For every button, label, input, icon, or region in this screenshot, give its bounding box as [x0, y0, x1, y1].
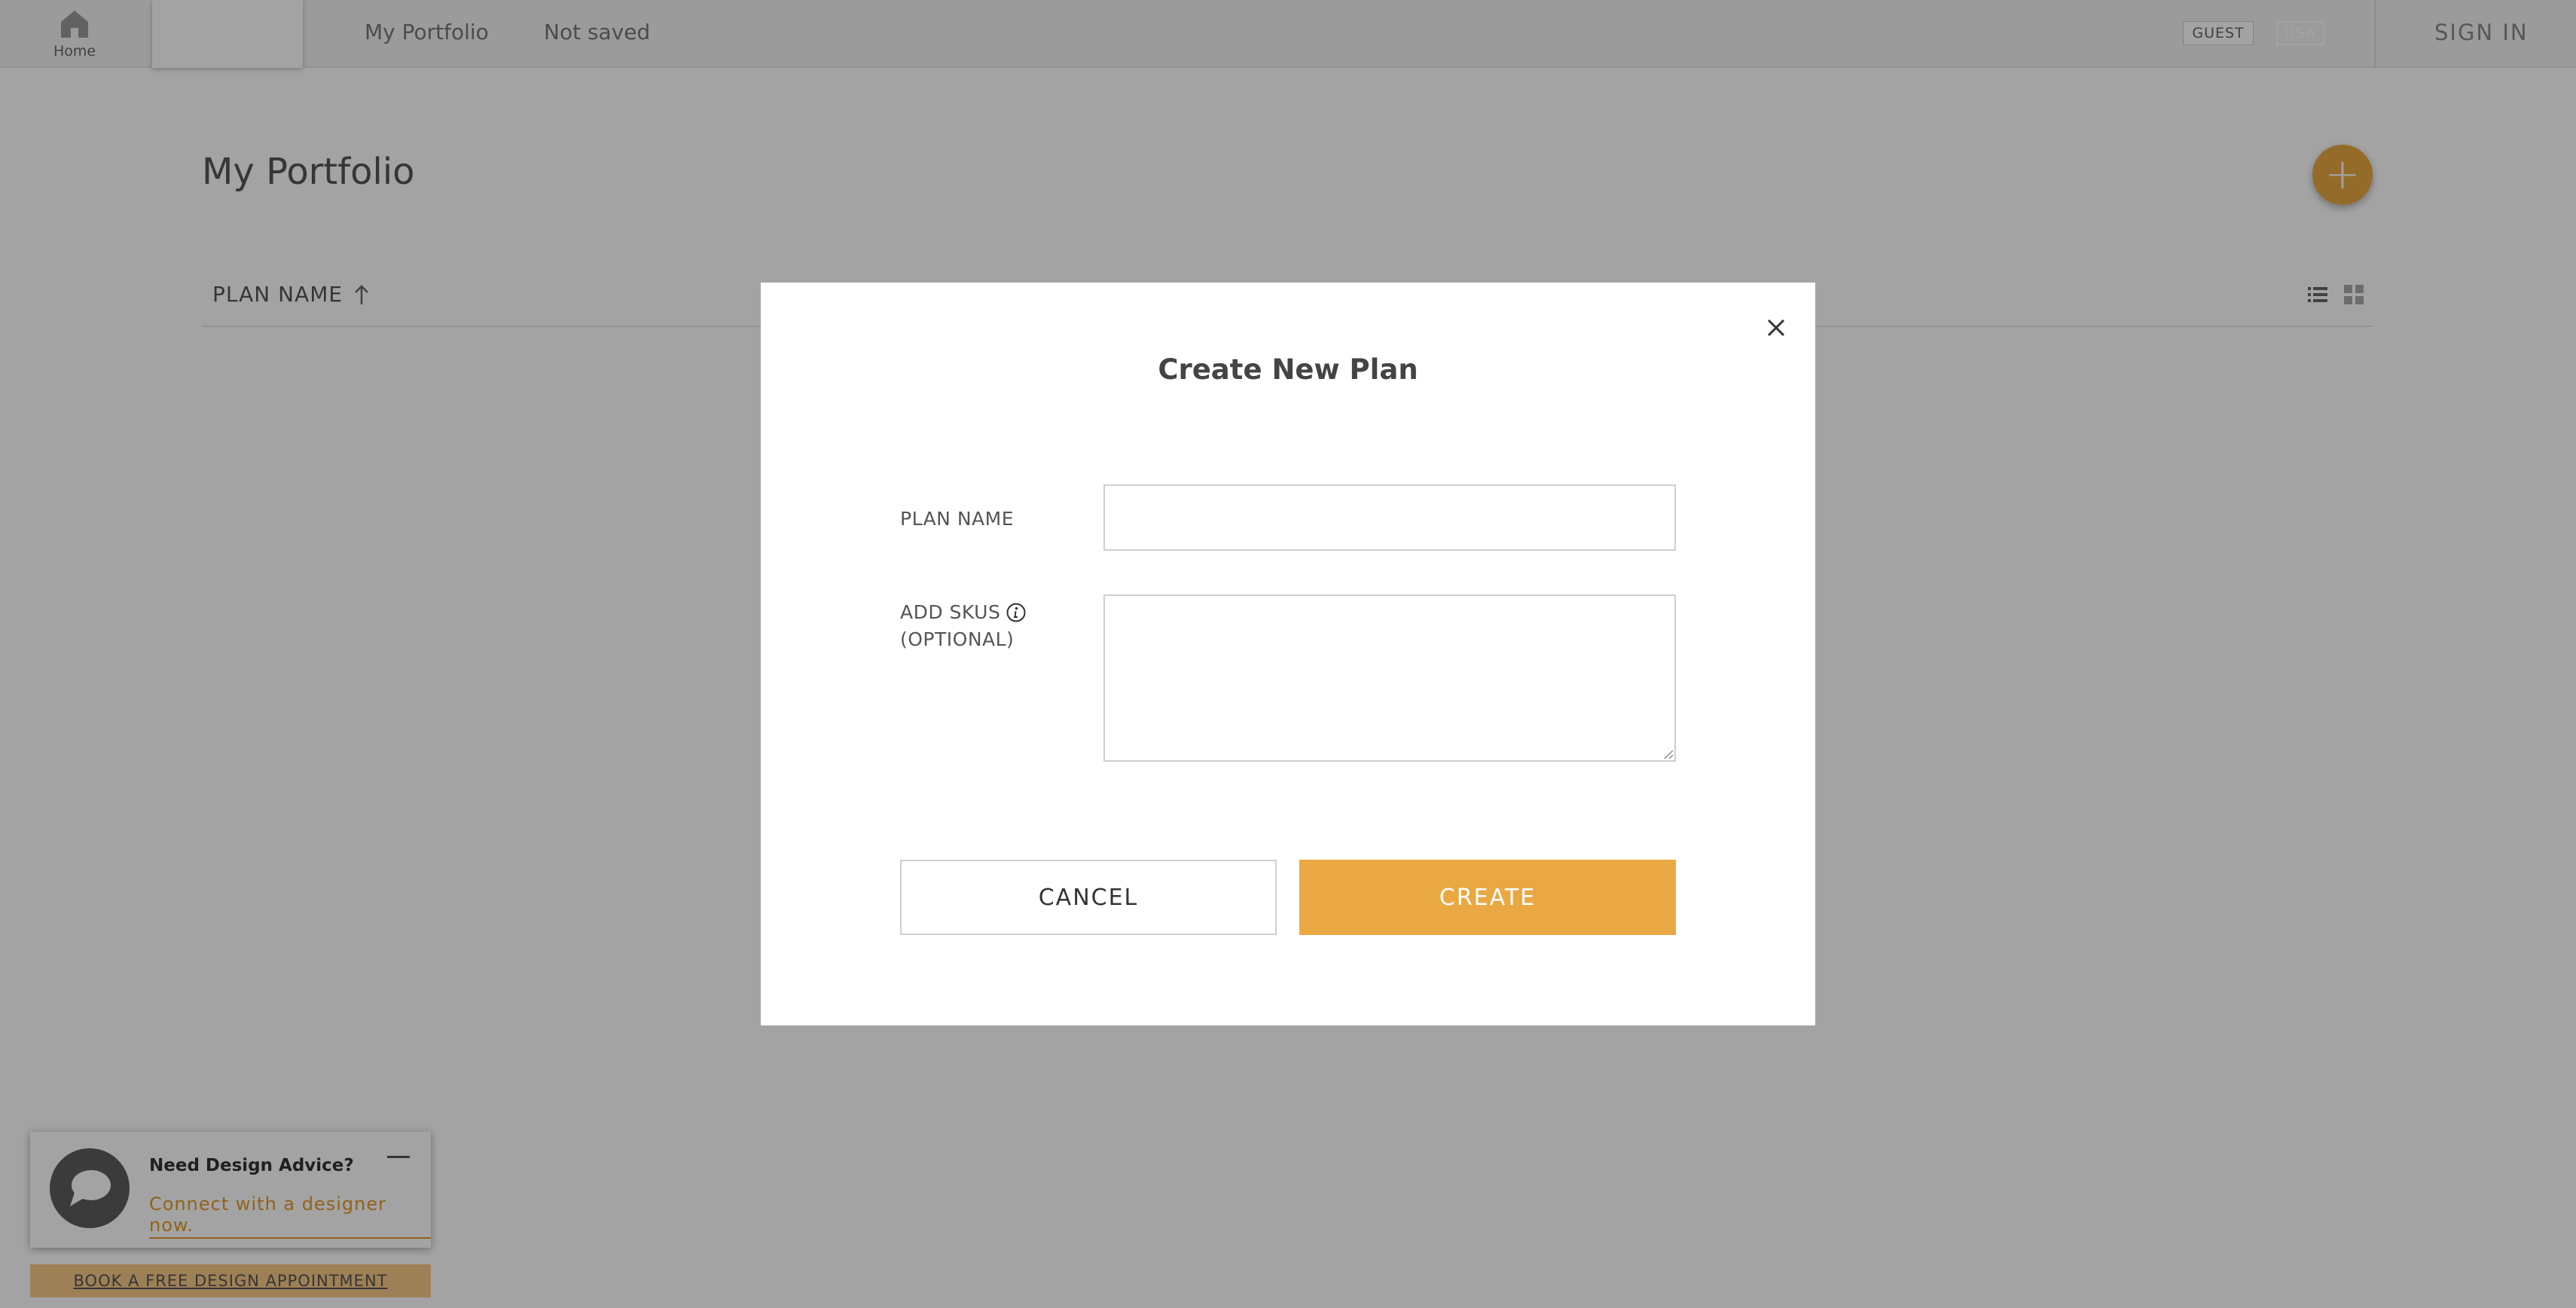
info-icon[interactable] [1006, 602, 1027, 623]
add-skus-label-line2: (OPTIONAL) [900, 628, 1015, 650]
resize-grip-icon[interactable] [1662, 747, 1674, 759]
app-root: Home My Portfolio Not saved GUEST USA SI… [0, 0, 2576, 1308]
close-icon[interactable] [1761, 313, 1791, 343]
create-button[interactable]: CREATE [1299, 860, 1676, 935]
dialog-title: Create New Plan [1158, 353, 1418, 386]
cancel-button[interactable]: CANCEL [900, 860, 1277, 935]
create-plan-dialog: Create New Plan PLAN NAME ADD SKUS (OPTI… [761, 283, 1815, 1025]
plan-name-input[interactable] [1103, 484, 1676, 551]
skus-textarea[interactable] [1103, 594, 1676, 762]
plan-name-label: PLAN NAME [900, 508, 1014, 530]
